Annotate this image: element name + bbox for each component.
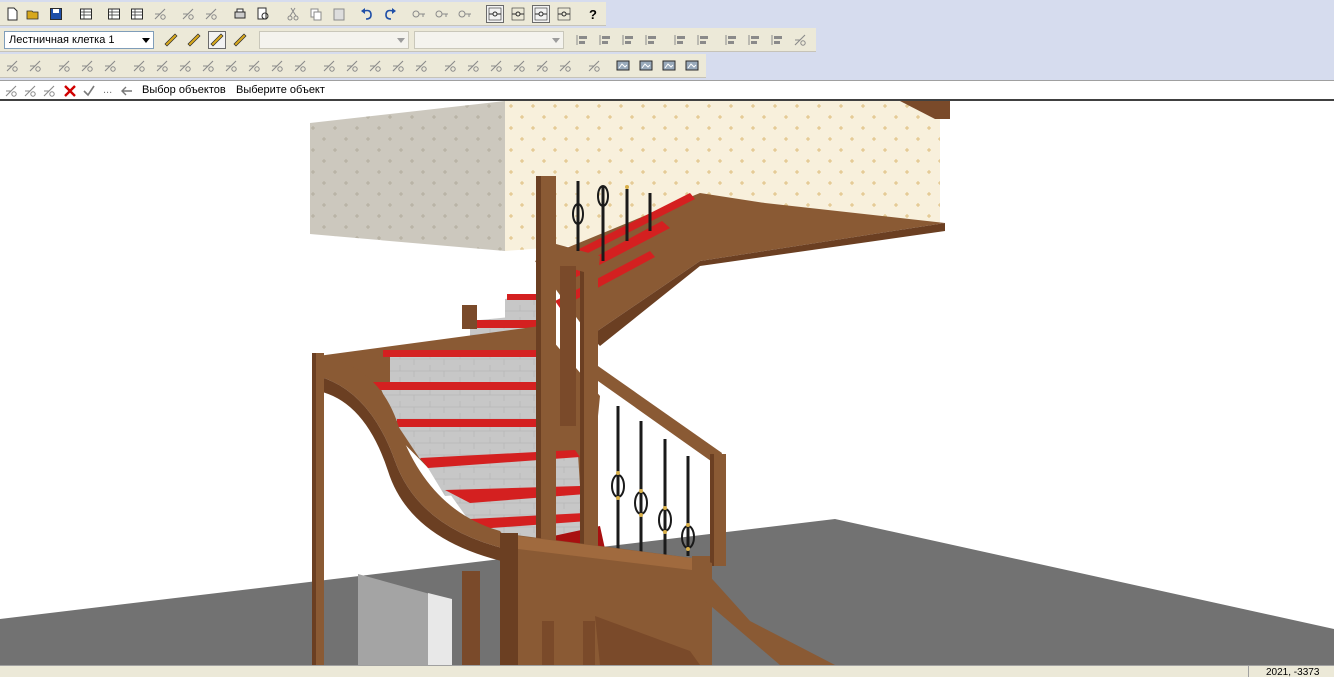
ruler-icon[interactable] [208,31,226,49]
drawing-toolbar [0,54,706,78]
circle-icon[interactable] [222,57,240,75]
multi-leader-icon[interactable] [556,57,574,75]
fill-square-icon[interactable] [791,31,809,49]
leader-icon[interactable] [533,57,551,75]
line-icon[interactable] [130,57,148,75]
print-preview-icon[interactable] [254,5,272,23]
trim-icon[interactable] [343,57,361,75]
grid-dots-icon[interactable] [3,57,21,75]
align-edge-left-icon[interactable] [722,31,740,49]
properties-list-icon[interactable] [77,5,95,23]
chevron-down-icon[interactable] [548,32,563,48]
snap-point-icon[interactable] [509,5,527,23]
extend-icon[interactable] [320,57,338,75]
circle-three-point-icon[interactable] [268,57,286,75]
layer-select-value: Лестничная клетка 1 [9,34,115,46]
chevron-down-icon[interactable] [138,32,153,48]
snap-corner-icon[interactable] [555,5,573,23]
key-gear-icon[interactable] [456,5,474,23]
snap-segment-icon[interactable] [486,5,504,23]
move-icon[interactable] [291,57,309,75]
circle-two-point-icon[interactable] [245,57,263,75]
command-mode-label: Выбор объектов [142,84,226,96]
view-delete-icon[interactable] [637,57,655,75]
arrow-expand-icon[interactable] [694,31,712,49]
align-left-icon[interactable] [573,31,591,49]
view-refresh-icon[interactable] [683,57,701,75]
undo-icon[interactable] [358,5,376,23]
radius-icon[interactable] [510,57,528,75]
more-options-button[interactable]: ... [103,84,112,96]
line-weight-select[interactable] [414,31,564,49]
command-bar: ... Выбор объектов Выберите объект [0,80,1334,101]
line-angle-box-icon[interactable] [40,82,58,100]
arrow-vertical-icon[interactable] [671,31,689,49]
tree-arrow-icon[interactable] [78,57,96,75]
line-angle-icon[interactable] [2,82,20,100]
text-icon[interactable] [441,57,459,75]
view-3d-icon[interactable] [614,57,632,75]
status-bar: 2021, -3373 [0,665,1334,678]
application-chrome: ? Лестничная клетка 1 [0,0,1334,80]
view-close-icon[interactable] [660,57,678,75]
ruler-pencil-icon[interactable] [185,31,203,49]
snap-center-icon[interactable] [532,5,550,23]
table-edit-icon[interactable] [128,5,146,23]
align-center-icon[interactable] [596,31,614,49]
svg-text:?: ? [589,7,597,21]
staircase-render [0,101,1334,665]
chevron-down-icon[interactable] [393,32,408,48]
render-icon[interactable] [202,5,220,23]
circle-diagonal-icon[interactable] [199,57,217,75]
command-prompt: Выберите объект [236,84,325,96]
arrow-left-icon[interactable] [118,82,136,100]
align-edge-right-icon[interactable] [768,31,786,49]
cut-icon[interactable] [284,5,302,23]
align-right-icon[interactable] [619,31,637,49]
grid-edit-icon[interactable] [26,57,44,75]
standard-toolbar: ? [0,2,606,26]
close-icon[interactable] [61,82,79,100]
align-justify-icon[interactable] [642,31,660,49]
key-link-double-icon[interactable] [433,5,451,23]
tree-icon[interactable] [55,57,73,75]
paste-icon[interactable] [330,5,348,23]
dimension-icon[interactable] [464,57,482,75]
polyline-icon[interactable] [153,57,171,75]
status-divider [1248,666,1249,677]
redo-icon[interactable] [381,5,399,23]
table-icon[interactable] [105,5,123,23]
open-folder-icon[interactable] [24,5,42,23]
area-icon[interactable] [231,31,249,49]
tree-remove-icon[interactable] [101,57,119,75]
line-angle-alt-icon[interactable] [21,82,39,100]
settings-sliders-icon[interactable] [151,5,169,23]
properties-toolbar: Лестничная клетка 1 [0,28,816,52]
save-icon[interactable] [47,5,65,23]
align-middle-icon[interactable] [745,31,763,49]
chamfer-icon[interactable] [389,57,407,75]
cross-icon[interactable] [176,57,194,75]
check-icon[interactable] [80,82,98,100]
layer-select[interactable]: Лестничная клетка 1 [4,31,154,49]
copy-icon[interactable] [307,5,325,23]
print-icon[interactable] [231,5,249,23]
dimension-spacing-icon[interactable] [585,57,603,75]
help-icon[interactable]: ? [584,5,602,23]
viewport-3d[interactable] [0,101,1334,665]
filter-icon[interactable] [179,5,197,23]
fillet-icon[interactable] [366,57,384,75]
line-type-select[interactable] [259,31,409,49]
angle-icon[interactable] [487,57,505,75]
layer-tool-icon[interactable] [162,31,180,49]
new-file-icon[interactable] [3,5,21,23]
offset-icon[interactable] [412,57,430,75]
key-link-icon[interactable] [410,5,428,23]
